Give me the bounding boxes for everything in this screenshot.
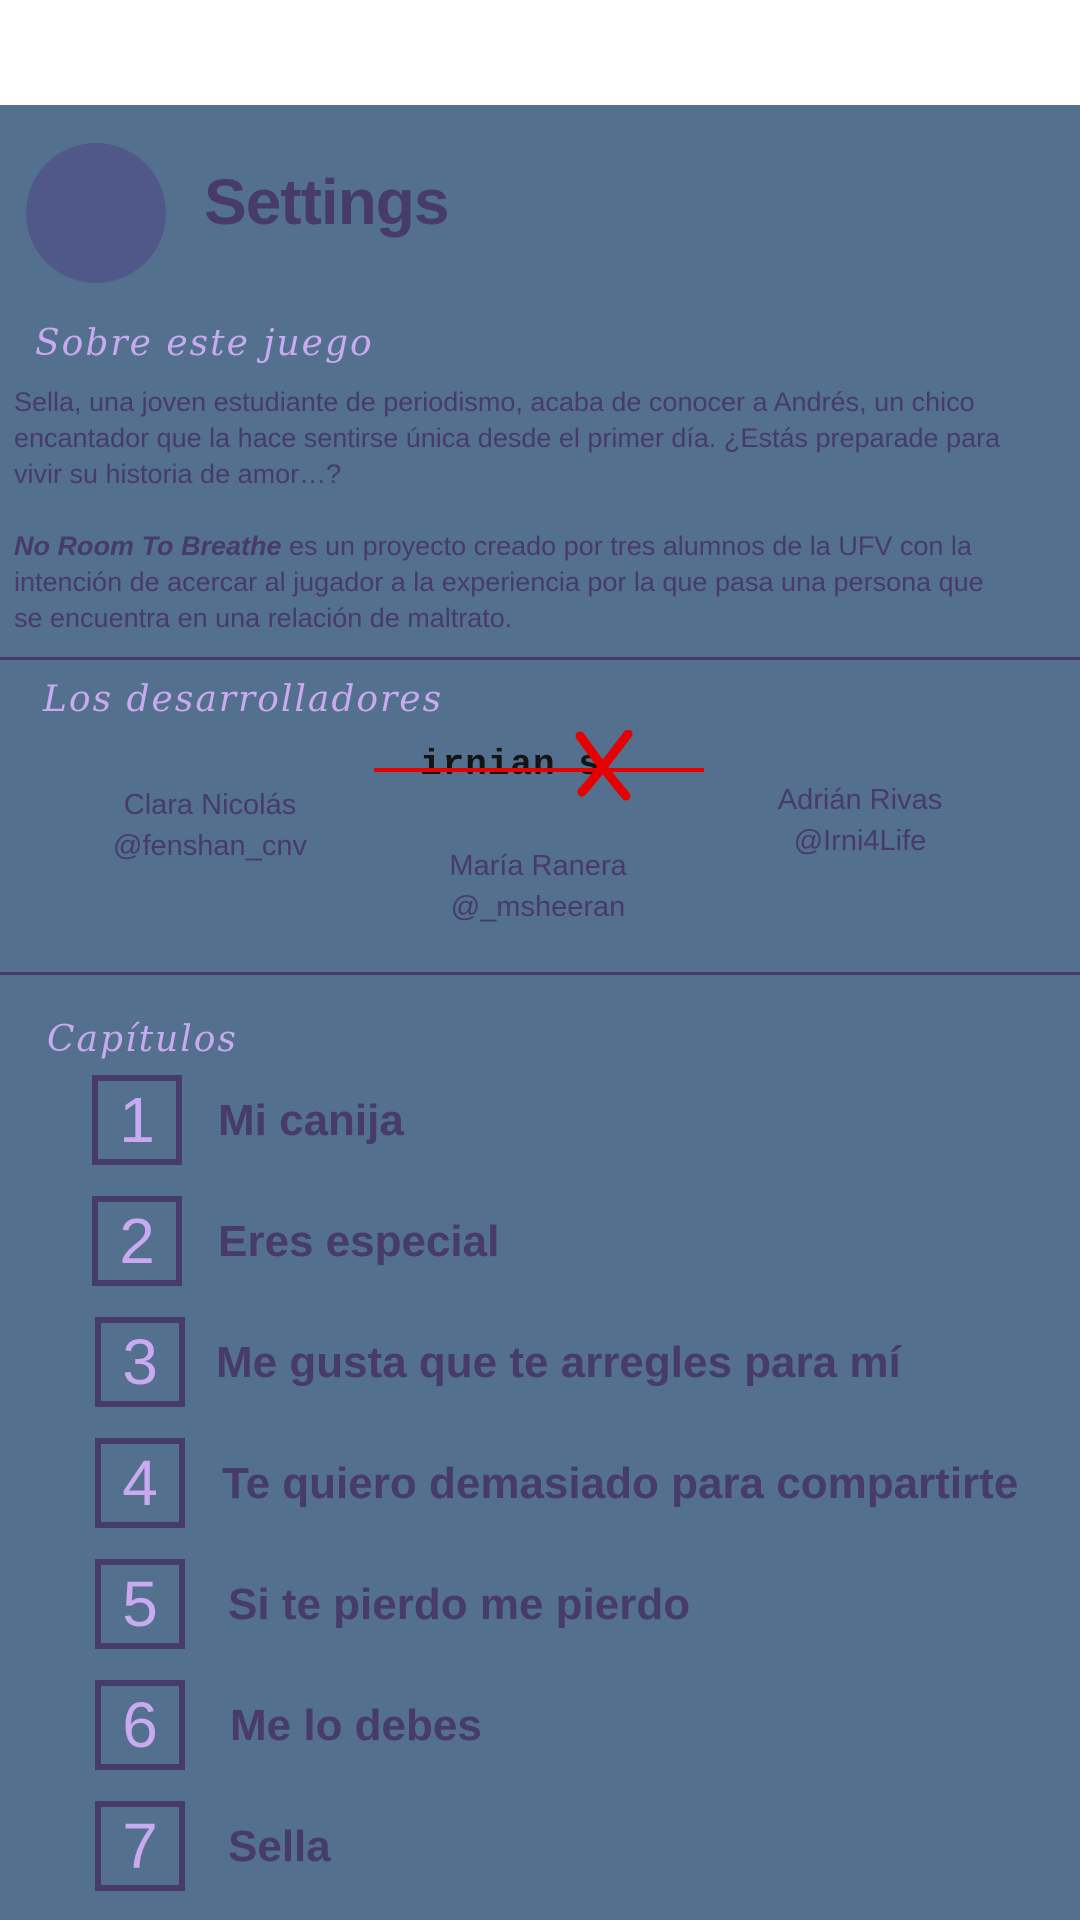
chapter-number: 6: [95, 1680, 185, 1770]
developer-name: Adrián Rivas: [777, 784, 943, 816]
team-logo: irnian s: [374, 730, 704, 802]
logo-x-mark: [575, 730, 633, 801]
chapter-title: Te quiero demasiado para compartirte: [222, 1459, 1019, 1508]
chapter-number: 1: [92, 1075, 182, 1165]
chapter-title: Mi canija: [218, 1096, 404, 1145]
chapter-number: 3: [95, 1317, 185, 1407]
chapter-title: Sella: [228, 1822, 331, 1871]
chapter-number: 4: [95, 1438, 185, 1528]
logo-strikethrough: [374, 768, 704, 772]
developer-card: Adrián Rivas @Irni4Life: [750, 780, 970, 862]
chapter-title: Eres especial: [218, 1217, 500, 1266]
developer-handle[interactable]: @fenshan_cnv: [100, 826, 320, 867]
developer-handle[interactable]: @Irni4Life: [750, 821, 970, 862]
developer-handle[interactable]: @_msheeran: [428, 887, 648, 928]
chapter-title: Me gusta que te arregles para mí: [216, 1338, 901, 1387]
chapter-item-1[interactable]: 1 Mi canija: [0, 1075, 1080, 1167]
chapters-heading: Capítulos: [47, 1019, 238, 1060]
developer-card: María Ranera @_msheeran: [428, 846, 648, 928]
about-heading: Sobre este juego: [35, 323, 374, 364]
developer-name: Clara Nicolás: [123, 789, 297, 821]
developers-heading: Los desarrolladores: [43, 679, 444, 720]
chapter-item-7[interactable]: 7 Sella: [0, 1801, 1080, 1893]
chapter-number: 7: [95, 1801, 185, 1891]
chapter-number: 5: [95, 1559, 185, 1649]
about-description: Sella, una joven estudiante de periodism…: [14, 387, 1001, 489]
chapter-number: 2: [92, 1196, 182, 1286]
page-title: Settings: [204, 166, 449, 238]
chapter-title: Me lo debes: [230, 1701, 482, 1750]
chapter-item-4[interactable]: 4 Te quiero demasiado para compartirte: [0, 1438, 1080, 1530]
game-name: No Room To Breathe: [14, 531, 282, 561]
chapter-item-3[interactable]: 3 Me gusta que te arregles para mí: [0, 1317, 1080, 1409]
chapter-item-5[interactable]: 5 Si te pierdo me pierdo: [0, 1559, 1080, 1651]
chapter-item-6[interactable]: 6 Me lo debes: [0, 1680, 1080, 1772]
section-divider: [0, 972, 1080, 975]
chapter-title: Si te pierdo me pierdo: [228, 1580, 691, 1629]
chapter-item-2[interactable]: 2 Eres especial: [0, 1196, 1080, 1288]
section-divider: [0, 657, 1080, 660]
project-description: No Room To Breathe es un proyecto creado…: [14, 528, 1014, 636]
developer-name: María Ranera: [449, 850, 627, 882]
developer-card: Clara Nicolás @fenshan_cnv: [100, 785, 320, 867]
avatar[interactable]: [26, 143, 166, 283]
